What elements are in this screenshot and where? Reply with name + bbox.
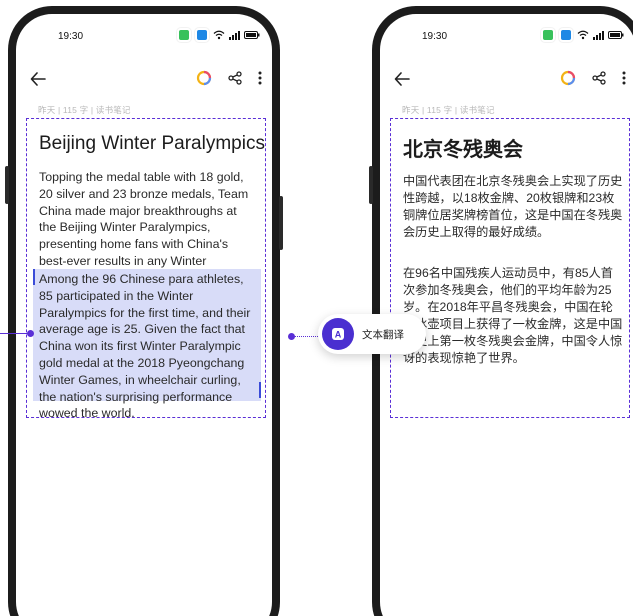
app-indicator-green-icon [541,28,555,42]
color-palette-icon[interactable] [196,70,212,91]
wifi-icon [577,30,589,40]
back-arrow-icon[interactable] [394,72,410,91]
selected-paragraph: Among the 96 Chinese para athletes, 85 p… [39,272,251,421]
app-indicator-green-icon [177,28,191,42]
translate-icon: A [322,318,354,350]
note-content-box[interactable]: Beijing Winter Paralympics Topping the m… [26,118,266,420]
status-time: 19:30 [58,31,84,42]
volume-button [5,166,9,204]
phone-left: 19:30 昨天 | 115 字 | 读书笔记 Beijing Winter P… [5,6,283,616]
more-options-icon[interactable] [622,71,626,90]
status-icons [177,28,260,42]
phone-right: 19:30 昨天 | 115 字 | 读书笔记 北京冬残奥会 中国代表团在北京冬… [369,6,633,616]
app-indicator-blue-icon [559,28,573,42]
more-options-icon[interactable] [258,71,262,90]
note-paragraph: 在96名中国残疾人运动员中，有85人首次参加冬残奥会，他们的平均年龄为25岁。在… [403,266,623,365]
toolbar [380,66,633,96]
stage: 19:30 昨天 | 115 字 | 读书笔记 Beijing Winter P… [0,0,633,616]
status-time: 19:30 [422,31,448,42]
note-meta: 昨天 | 115 字 | 读书笔记 [402,105,495,115]
app-indicator-blue-icon [195,28,209,42]
translate-icon-letter: A [335,330,342,340]
wifi-icon [213,30,225,40]
text-translate-button[interactable]: A 文本翻译 [318,314,426,354]
signal-icon [593,30,604,40]
color-palette-icon[interactable] [560,70,576,91]
text-selection[interactable]: Among the 96 Chinese para athletes, 85 p… [33,269,261,420]
toolbar-actions [560,70,626,91]
volume-button [369,166,373,204]
share-icon[interactable] [592,71,606,90]
screen-right: 19:30 昨天 | 115 字 | 读书笔记 北京冬残奥会 中国代表团在北京冬… [380,14,633,616]
back-arrow-icon[interactable] [30,72,46,91]
note-content-box[interactable]: 北京冬残奥会 中国代表团在北京冬残奥会上实现了历史性跨越，以18枚金牌、20枚银… [390,118,630,418]
battery-icon [608,31,624,39]
status-icons [541,28,624,42]
note-paragraph: 中国代表团在北京冬残奥会上实现了历史性跨越，以18枚金牌、20枚银牌和23枚铜牌… [403,174,623,239]
connector-dot [288,333,295,340]
translate-label: 文本翻译 [362,328,404,341]
power-button [279,196,283,250]
status-bar: 19:30 [380,14,633,50]
battery-icon [244,31,260,39]
signal-icon [229,30,240,40]
toolbar-actions [196,70,262,91]
status-bar: 19:30 [16,14,272,50]
toolbar [16,66,272,96]
note-title: Beijing Winter Paralympics [39,133,265,154]
share-icon[interactable] [228,71,242,90]
selection-handle-start[interactable] [33,269,35,285]
connector-dot [27,330,34,337]
note-title: 北京冬残奥会 [403,139,523,161]
screen-left: 19:30 昨天 | 115 字 | 读书笔记 Beijing Winter P… [16,14,272,616]
selection-handle-end[interactable] [259,382,261,398]
connector-line [0,333,30,334]
note-meta: 昨天 | 115 字 | 读书笔记 [38,105,131,115]
